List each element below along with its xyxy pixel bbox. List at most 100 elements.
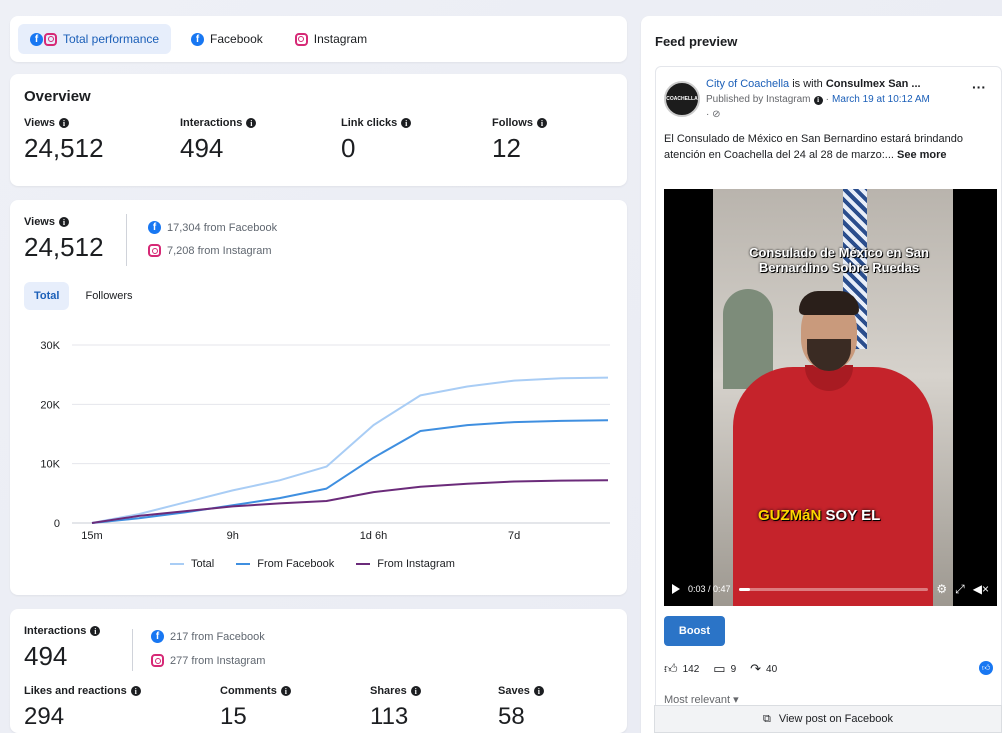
- tab-total-performance[interactable]: f Total performance: [18, 24, 172, 54]
- metric-value: 12: [492, 133, 521, 163]
- feed-preview-title: Feed preview: [655, 34, 738, 49]
- tab-instagram[interactable]: Instagram: [283, 24, 379, 54]
- like-badge-icon: 👍︎: [979, 661, 993, 675]
- series-line-1[interactable]: [91, 419, 609, 524]
- info-icon[interactable]: i: [90, 626, 101, 636]
- subtab-followers[interactable]: Followers: [75, 282, 142, 310]
- views-value: 24,512: [24, 232, 104, 262]
- metric-saves: Saves i 58: [498, 685, 544, 731]
- post-video[interactable]: Consulado de México en San Bernardino So…: [664, 189, 997, 606]
- y-tick-label: 0: [54, 518, 60, 530]
- avatar-text: COACHELLA: [666, 96, 698, 102]
- views-card: Views i 24,512 f 17,304 from Facebook 7,2…: [10, 200, 627, 595]
- globe-icon: · ⊘: [706, 109, 721, 120]
- post-date-link[interactable]: March 19 at 10:12 AM: [832, 94, 930, 105]
- metric-link-clicks: Link clicks i 0: [341, 117, 492, 164]
- legend-swatch: [236, 563, 251, 565]
- video-person: [733, 367, 933, 606]
- with-name-link[interactable]: Consulmex San ...: [826, 78, 921, 90]
- legend-swatch: [356, 563, 371, 565]
- info-icon[interactable]: i: [536, 118, 547, 128]
- settings-gear-icon[interactable]: ⚙: [936, 582, 947, 596]
- views-from-instagram-text: 7,208 from Instagram: [167, 244, 272, 257]
- tab-facebook[interactable]: f Facebook: [179, 24, 275, 54]
- see-more-link[interactable]: See more: [897, 149, 947, 161]
- legend-label: Total: [191, 558, 215, 570]
- metric-interactions: Interactions i 494: [180, 117, 341, 164]
- info-icon[interactable]: i: [59, 118, 69, 128]
- metric-label: Follows: [492, 117, 533, 129]
- play-icon[interactable]: [672, 584, 680, 594]
- metric-label: Shares: [370, 685, 407, 697]
- video-caption-overlay: GUZMáN SOY EL: [758, 507, 880, 524]
- views-subtabs: Total Followers: [24, 282, 143, 310]
- external-link-icon: ⧉: [762, 712, 771, 725]
- page-name-link[interactable]: City of Coachella: [706, 78, 789, 90]
- views-from-facebook: f 17,304 from Facebook: [148, 221, 277, 234]
- legend-total[interactable]: Total: [170, 558, 214, 570]
- overview-metrics: Views i 24,512 Interactions i 494 Link cli…: [24, 117, 613, 164]
- view-post-on-facebook-button[interactable]: ⧉ View post on Facebook: [654, 705, 1002, 733]
- facebook-icon: f: [151, 630, 164, 643]
- mute-icon[interactable]: ◀×: [973, 582, 989, 596]
- info-icon[interactable]: i: [401, 118, 412, 128]
- interactions-from-instagram-text: 277 from Instagram: [170, 654, 266, 667]
- facebook-icon: f: [148, 221, 161, 234]
- avatar[interactable]: COACHELLA: [664, 81, 700, 117]
- boost-button[interactable]: Boost: [664, 616, 725, 646]
- post-reactions: 👍︎ 142 ▭ 9 ↷ 40: [664, 661, 994, 677]
- facebook-instagram-icon: f: [30, 32, 57, 46]
- views-from-instagram: 7,208 from Instagram: [148, 244, 272, 257]
- divider: [132, 629, 133, 671]
- interactions-label: Interactions: [24, 625, 87, 637]
- views-line-chart: 0 10K 20K 30K 15m 9h 1d 6h 7d: [40, 340, 610, 542]
- series-line-2[interactable]: [91, 479, 609, 524]
- feed-preview-panel: Feed preview COACHELLA City of Coachella…: [641, 16, 1002, 733]
- x-tick-label: 1d 6h: [360, 530, 388, 542]
- fullscreen-icon[interactable]: ⤢: [955, 582, 965, 597]
- thumbs-up-icon: 👍︎: [664, 661, 678, 676]
- metric-label: Likes and reactions: [24, 685, 127, 697]
- metric-label: Interactions: [180, 117, 243, 129]
- legend-label: From Instagram: [377, 558, 455, 570]
- info-icon[interactable]: i: [246, 118, 257, 128]
- comments-count[interactable]: ▭ 9: [713, 661, 736, 677]
- interactions-card: Interactions i 494 f 217 from Facebook 27…: [10, 609, 627, 733]
- shares-count[interactable]: ↷ 40: [750, 661, 777, 677]
- metric-label: Link clicks: [341, 117, 398, 129]
- chart-legend: Total From Facebook From Instagram: [170, 558, 455, 570]
- metric-label: Saves: [498, 685, 530, 697]
- metric-value: 24,512: [24, 133, 104, 163]
- info-icon[interactable]: i: [130, 686, 141, 696]
- metric-value: 15: [220, 703, 247, 730]
- performance-tabs: f Total performance f Facebook Instagram: [10, 16, 627, 62]
- legend-instagram[interactable]: From Instagram: [356, 558, 455, 570]
- info-icon[interactable]: i: [410, 686, 421, 696]
- y-tick-label: 30K: [40, 340, 60, 352]
- likes-value: 142: [682, 663, 700, 675]
- video-progress-bar[interactable]: [738, 587, 929, 591]
- info-icon: i: [813, 96, 823, 105]
- overview-title: Overview: [24, 88, 91, 105]
- legend-facebook[interactable]: From Facebook: [236, 558, 334, 570]
- likes-count[interactable]: 👍︎ 142: [664, 661, 699, 677]
- info-icon[interactable]: i: [280, 686, 291, 696]
- tab-label: Facebook: [210, 32, 263, 46]
- legend-swatch: [170, 563, 184, 565]
- y-tick-label: 20K: [40, 399, 60, 411]
- subtab-total[interactable]: Total: [24, 282, 70, 310]
- post-preview: COACHELLA City of Coachella is with Cons…: [655, 66, 1002, 733]
- video-person: [799, 291, 859, 315]
- comments-value: 9: [730, 663, 737, 675]
- instagram-icon: [294, 32, 308, 46]
- metric-label: Views: [24, 117, 55, 129]
- more-options-icon[interactable]: ···: [972, 79, 986, 95]
- overview-card: Overview Views i 24,512 Interactions i 494…: [10, 74, 627, 186]
- divider: [126, 214, 127, 266]
- info-icon[interactable]: i: [533, 686, 544, 696]
- x-tick-label: 7d: [508, 530, 520, 542]
- info-icon[interactable]: i: [59, 217, 69, 227]
- series-line-0[interactable]: [91, 376, 609, 524]
- views-from-facebook-text: 17,304 from Facebook: [167, 221, 278, 234]
- metric-views: Views i 24,512: [24, 117, 180, 164]
